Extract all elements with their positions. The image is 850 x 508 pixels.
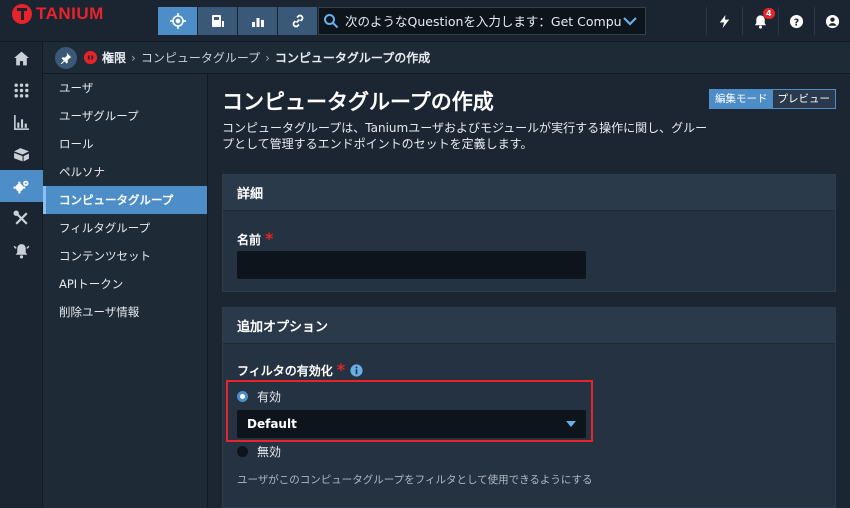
breadcrumb-separator: ›	[265, 50, 270, 65]
name-label: 名前	[237, 233, 262, 247]
module-switcher	[158, 7, 318, 35]
filter-select[interactable]: Default	[237, 410, 586, 438]
question-search-bar	[318, 7, 646, 35]
sidenav-item-filter-groups[interactable]: フィルタグループ	[43, 214, 207, 242]
details-card: 詳細 名前 *	[222, 174, 836, 292]
notification-count-badge: 4	[763, 8, 775, 19]
filter-select-value: Default	[247, 417, 297, 431]
alert-bell-icon[interactable]	[0, 234, 43, 266]
required-marker: *	[265, 229, 274, 248]
breadcrumb-current: コンピュータグループの作成	[274, 51, 431, 65]
gears-icon[interactable]	[0, 170, 43, 202]
help-icon[interactable]: ?	[778, 7, 814, 35]
options-heading: 追加オプション	[223, 308, 835, 344]
tanium-logo[interactable]: TANIUM	[12, 3, 104, 25]
tools-icon[interactable]	[0, 202, 43, 234]
lightning-icon[interactable]	[706, 7, 742, 35]
sidenav-item-api-tokens[interactable]: APIトークン	[43, 270, 207, 298]
enabled-radio[interactable]	[237, 391, 248, 402]
caret-down-icon	[566, 421, 576, 427]
filter-label-row: フィルタの有効化 *	[237, 360, 363, 379]
bar-chart-icon[interactable]	[238, 7, 278, 35]
pin-icon[interactable]	[55, 46, 77, 69]
filter-enabled-option[interactable]: 有効	[237, 388, 281, 405]
filter-helper-text: ユーザがこのコンピュータグループをフィルタとして使用できるようにする	[237, 474, 593, 486]
mode-toggle: 編集モード プレビュー	[709, 89, 836, 109]
sidenav-item-personas[interactable]: ペルソナ	[43, 158, 207, 186]
console-icon[interactable]	[198, 7, 238, 35]
sidenav-item-deleted-users[interactable]: 削除ユーザ情報	[43, 298, 207, 326]
sidenav-item-user-groups[interactable]: ユーザグループ	[43, 102, 207, 130]
permissions-sidenav: ユーザ ユーザグループ ロール ペルソナ コンピュータグループ フィルタグループ…	[43, 74, 208, 508]
breadcrumb: 権限 › コンピュータグループ › コンピュータグループの作成	[43, 42, 850, 74]
preview-button[interactable]: プレビュー	[772, 90, 835, 108]
filter-enable-label: フィルタの有効化	[237, 364, 333, 378]
tanium-logo-mark	[12, 4, 32, 24]
sidenav-item-computer-groups[interactable]: コンピュータグループ	[43, 186, 207, 214]
sidenav-item-users[interactable]: ユーザ	[43, 74, 207, 102]
svg-text:?: ?	[794, 17, 799, 28]
breadcrumb-parent[interactable]: コンピュータグループ	[141, 49, 260, 66]
info-icon[interactable]	[350, 364, 363, 377]
question-input[interactable]	[339, 13, 621, 29]
details-heading: 詳細	[223, 175, 835, 211]
sidenav-item-content-sets[interactable]: コンテンツセット	[43, 242, 207, 270]
notifications-button[interactable]: 4	[742, 7, 778, 35]
home-icon[interactable]	[0, 42, 43, 74]
breadcrumb-root[interactable]: 権限	[102, 49, 126, 66]
disabled-label: 無効	[257, 445, 282, 459]
link-icon[interactable]	[278, 7, 318, 35]
user-account-icon[interactable]	[814, 7, 850, 35]
brand-name: TANIUM	[36, 4, 104, 23]
name-input[interactable]	[237, 251, 586, 279]
search-icon	[324, 14, 339, 29]
top-bar: TANIUM 4 ?	[0, 0, 850, 42]
top-actions: 4 ?	[706, 7, 850, 35]
chart-icon[interactable]	[0, 106, 43, 138]
sidenav-item-roles[interactable]: ロール	[43, 130, 207, 158]
grid-icon[interactable]	[0, 74, 43, 106]
required-marker: *	[336, 360, 346, 379]
main-content: コンピュータグループの作成 コンピュータグループは、Taniumユーザおよびモジ…	[208, 74, 850, 508]
module-rail	[0, 42, 43, 508]
page-title: コンピュータグループの作成	[222, 90, 494, 114]
crosshair-icon[interactable]	[158, 7, 198, 35]
chevron-down-icon[interactable]	[621, 12, 639, 30]
permissions-gear-icon	[83, 50, 98, 65]
enabled-label: 有効	[257, 390, 282, 404]
edit-mode-button[interactable]: 編集モード	[710, 90, 773, 108]
page-description: コンピュータグループは、Taniumユーザおよびモジュールが実行する操作に関し、…	[222, 121, 708, 151]
breadcrumb-separator: ›	[131, 50, 136, 65]
boxes-icon[interactable]	[0, 138, 43, 170]
filter-disabled-option[interactable]: 無効	[237, 443, 281, 460]
disabled-radio[interactable]	[237, 446, 248, 457]
name-label-row: 名前 *	[237, 229, 273, 248]
